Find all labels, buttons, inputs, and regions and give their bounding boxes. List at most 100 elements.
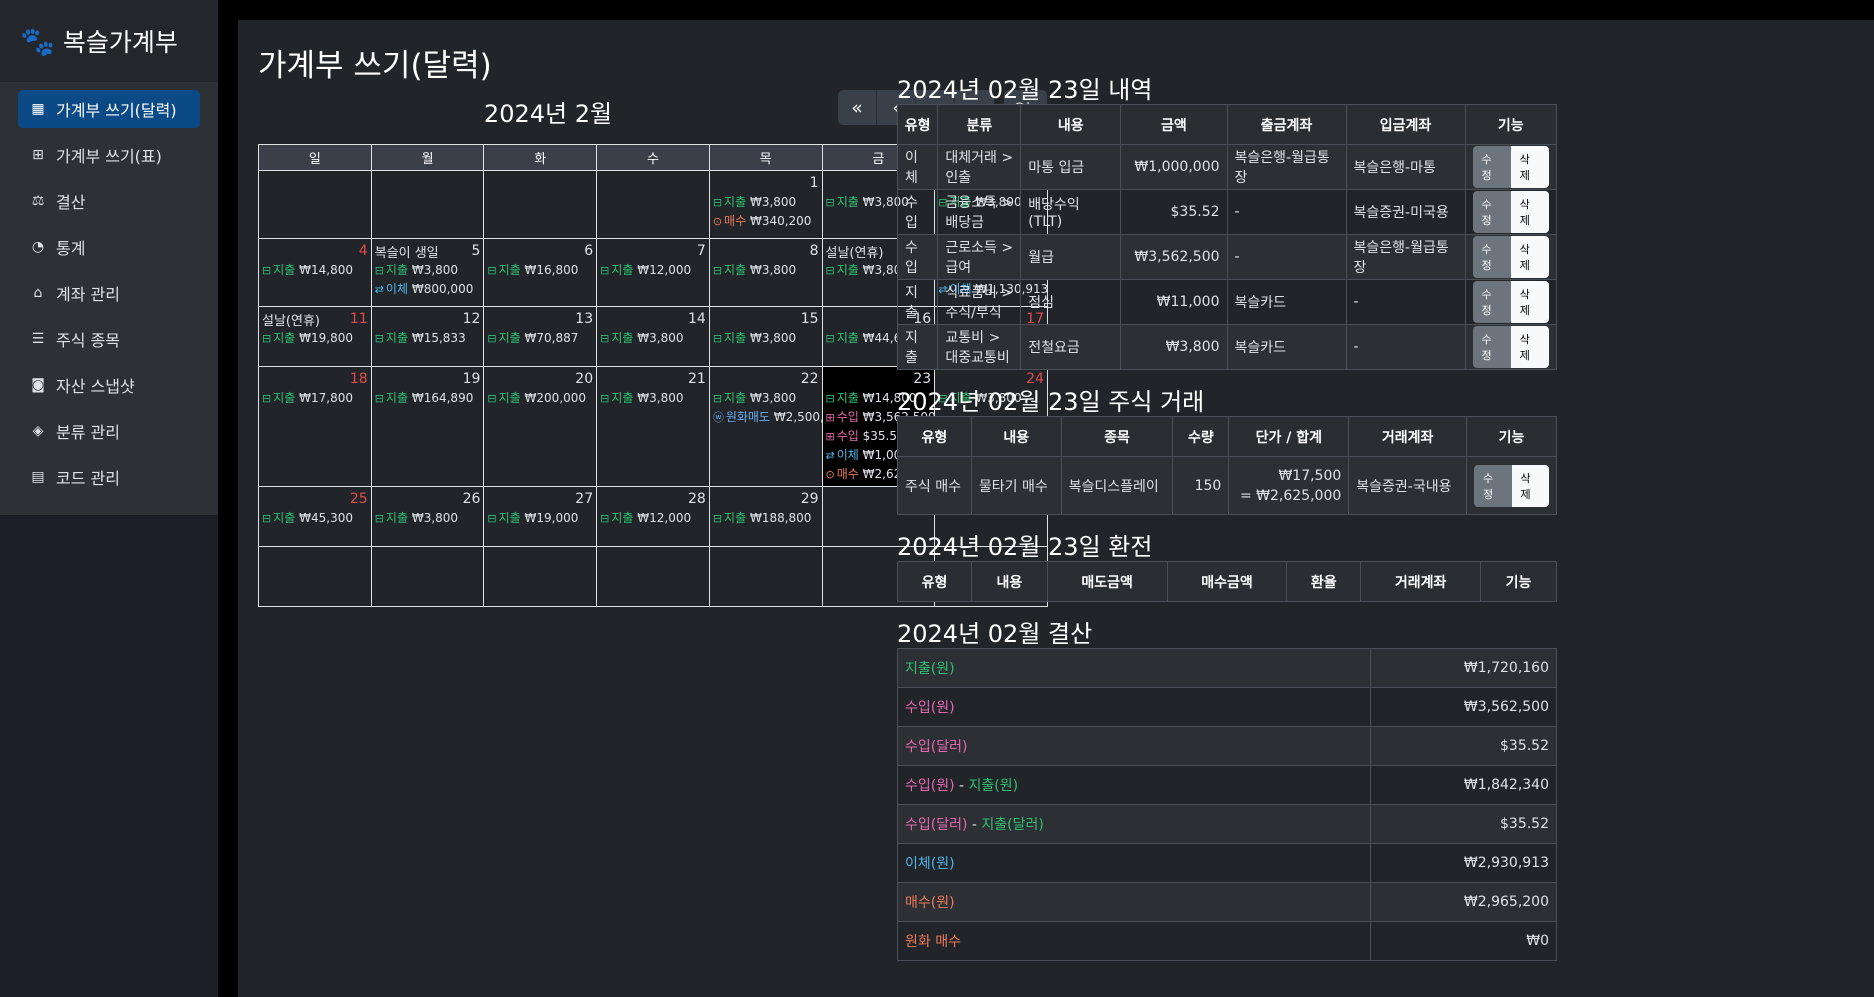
stock-title: 2024년 02월 23일 주식 거래 [897,388,1205,416]
calendar-day[interactable]: 4 ⊟ 지출 ₩14,800 [258,238,372,307]
day-event[interactable]: ⊟ 지출 ₩3,800 [600,329,706,348]
action-buttons: 수정 삭제 [1472,191,1549,233]
sidebar-item-8[interactable]: ▤ 코드 관리 [18,458,200,496]
calendar-day[interactable]: 26 ⊟ 지출 ₩3,800 [370,486,485,547]
calendar-day[interactable]: 복슬이 생일 5 ⊟ 지출 ₩3,800 ⇄ 이체 ₩800,000 [370,238,485,307]
day-event[interactable]: ⊟ 지출 ₩3,800 [713,389,819,408]
calendar-day[interactable] [258,170,372,239]
weekday-header: 화 [483,144,598,171]
edit-button[interactable]: 수정 [1472,146,1511,188]
calendar-day[interactable] [483,546,598,607]
day-event[interactable]: ⊟ 지출 ₩45,300 [262,509,368,528]
sidebar-item-4[interactable]: ⌂ 계좌 관리 [18,274,200,312]
category-cell: 근로소득 > 급여 [937,234,1022,280]
day-event[interactable]: ⊟ 지출 ₩3,800 [713,261,819,280]
delete-button[interactable]: 삭제 [1511,464,1549,507]
day-event[interactable]: ⊟ 지출 ₩19,000 [487,509,593,528]
delete-button[interactable]: 삭제 [1510,146,1549,188]
out-type-icon: ⊟ [374,332,384,345]
event-amount: ₩3,800 [749,263,797,277]
sidebar-item-1[interactable]: ⊞ 가계부 쓰기(표) [18,136,200,174]
calendar-day[interactable] [483,170,598,239]
day-event[interactable]: ⊟ 지출 ₩3,800 [600,389,706,408]
day-header: 28 [600,489,706,509]
calendar-day[interactable] [370,170,485,239]
settle-label-part: - [967,817,982,833]
day-event[interactable]: ⊟ 지출 ₩3,800 [375,509,481,528]
event-amount: ₩340,200 [749,214,812,228]
edit-button[interactable]: 수정 [1472,236,1511,278]
calendar-day[interactable]: 14 ⊟ 지출 ₩3,800 [596,306,710,367]
day-event[interactable]: ⊟ 지출 ₩200,000 [487,389,593,408]
edit-button[interactable]: 수정 [1472,191,1511,233]
delete-button[interactable]: 삭제 [1510,326,1549,368]
day-event[interactable]: ⊟ 지출 ₩70,887 [487,329,593,348]
day-event[interactable]: ⊟지출 ₩14,800 [262,261,368,280]
calendar-day[interactable] [708,546,823,607]
day-event[interactable]: ⊟ 지출 ₩16,800 [487,261,593,280]
calendar-day[interactable]: 6 ⊟ 지출 ₩16,800 [483,238,598,307]
calendar-day[interactable]: 1 ⊟ 지출 ₩3,800 ⊙ 매수 ₩340,200 [708,170,823,239]
day-event[interactable]: ⊟ 지출 ₩164,890 [375,389,481,408]
sidebar-item-0[interactable]: ▦ 가계부 쓰기(달력) [18,90,200,128]
sidebar-item-6[interactable]: ◙ 자산 스냅샷 [18,366,200,404]
calendar-day[interactable]: 설날(연휴) 11 ⊟ 지출 ₩19,800 [258,306,372,367]
calendar-day[interactable]: 13 ⊟ 지출 ₩70,887 [483,306,598,367]
calendar-day[interactable]: 8 ⊟ 지출 ₩3,800 [708,238,823,307]
calendar-day[interactable]: 20 ⊟ 지출 ₩200,000 [483,366,598,487]
day-event[interactable]: ⊟ 지출 ₩17,800 [262,389,368,408]
delete-button[interactable]: 삭제 [1510,236,1549,278]
event-amount: ₩3,800 [637,391,684,405]
day-event[interactable]: ⊟ 지출 ₩15,833 [375,329,481,348]
day-event[interactable]: ⊟ 지출 ₩3,800 [375,261,481,280]
calendar-day[interactable]: 27 ⊟ 지출 ₩19,000 [483,486,598,547]
day-event[interactable]: ⊟ 지출 ₩19,800 [262,329,368,348]
event-amount: ₩12,000 [637,511,692,525]
prev-year-button[interactable]: « [838,90,877,125]
event-amount: ₩12,000 [637,263,692,277]
day-event[interactable]: ⓦ원화매도 ₩2,500,0 [713,408,821,427]
calendar-day[interactable] [596,170,710,239]
event-amount: ₩15,833 [411,331,466,345]
calendar-day[interactable]: 28 ⊟ 지출 ₩12,000 [596,486,710,547]
calendar-day[interactable]: 19 ⊟ 지출 ₩164,890 [370,366,485,487]
day-event[interactable]: ⊟ 지출 ₩3,800 [713,329,819,348]
out-type-icon: ⊟ [487,512,497,525]
sidebar-item-5[interactable]: ☰ 주식 종목 [18,320,200,358]
edit-button[interactable]: 수정 [1472,281,1511,323]
category-cell: 교통비 > 대중교통비 [937,324,1022,370]
day-event[interactable]: ⇄ 이체 ₩800,000 [375,280,481,299]
brand[interactable]: 🐾 복슬가계부 [0,0,218,82]
sidebar-item-7[interactable]: ◈ 분류 관리 [18,412,200,450]
sidebar-item-3[interactable]: ◔ 통계 [18,228,200,266]
column-header: 수량 [1172,416,1230,457]
sidebar-item-2[interactable]: ⚖ 결산 [18,182,200,220]
calendar-day[interactable]: 18 ⊟ 지출 ₩17,800 [258,366,372,487]
day-header: 29 [713,489,819,509]
delete-button[interactable]: 삭제 [1510,191,1549,233]
event-amount: ₩45,300 [299,511,353,525]
calendar-day[interactable]: 7 ⊟ 지출 ₩12,000 [596,238,710,307]
calendar-day[interactable]: 15 ⊟ 지출 ₩3,800 [708,306,823,367]
calendar-day[interactable]: 12 ⊟ 지출 ₩15,833 [370,306,485,367]
calendar-day[interactable] [370,546,485,607]
event-type: 지출 [724,511,747,525]
day-event[interactable]: ⊟ 지출 ₩188,800 [713,509,819,528]
calendar-day[interactable] [258,546,372,607]
weekday-header: 일 [258,144,372,171]
column-header: 내용 [970,561,1048,602]
event-type: 지출 [836,263,859,277]
settle-row: 매수(원) ₩2,965,200 [897,882,1557,922]
calendar-day[interactable]: 29 ⊟ 지출 ₩188,800 [708,486,823,547]
edit-button[interactable]: 수정 [1474,464,1512,507]
calendar-day[interactable]: 25 ⊟ 지출 ₩45,300 [258,486,372,547]
delete-button[interactable]: 삭제 [1510,281,1549,323]
day-event[interactable]: ⊙ 매수 ₩340,200 [713,212,819,231]
day-event[interactable]: ⊟ 지출 ₩3,800 [713,193,819,212]
day-event[interactable]: ⊟ 지출 ₩12,000 [600,509,706,528]
day-event[interactable]: ⊟ 지출 ₩12,000 [600,261,706,280]
calendar-day[interactable]: 21 ⊟ 지출 ₩3,800 [596,366,710,487]
edit-button[interactable]: 수정 [1472,326,1511,368]
calendar-day[interactable]: 22⊟지출 ₩3,800ⓦ원화매도 ₩2,500,0 [708,366,823,487]
calendar-day[interactable] [596,546,710,607]
